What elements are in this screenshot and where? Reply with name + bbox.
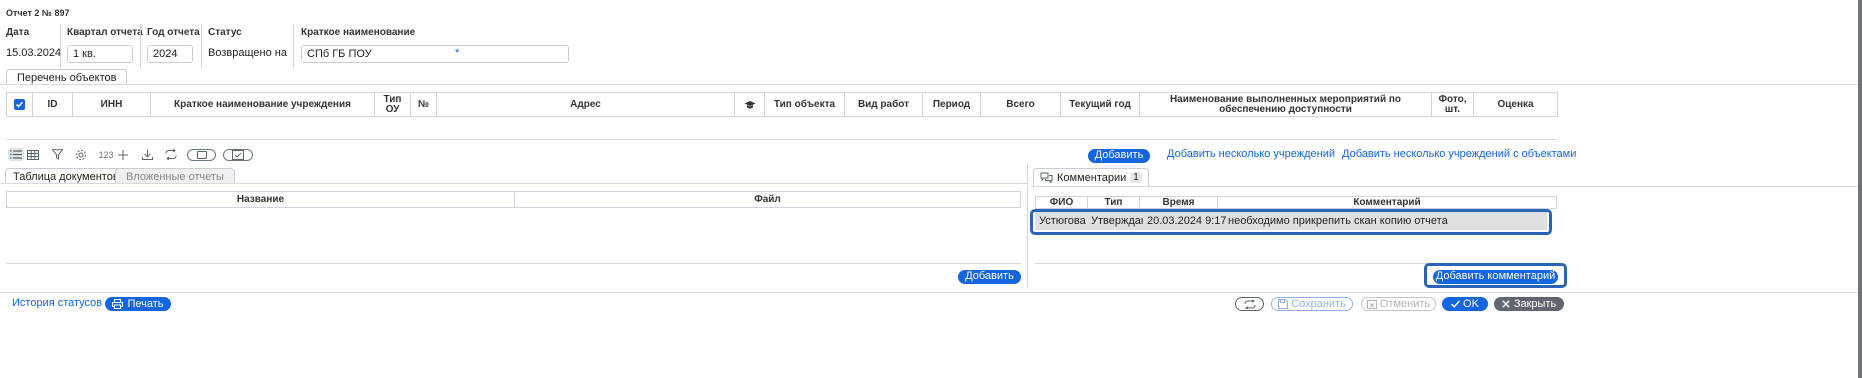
year-field[interactable]: 2024 bbox=[147, 45, 193, 63]
comments-table-header: ФИО Тип Время Комментарий bbox=[1035, 196, 1557, 209]
add-institution-button[interactable]: Добавить bbox=[1088, 149, 1150, 163]
add-document-button[interactable]: Добавить bbox=[958, 270, 1021, 284]
save-icon bbox=[1278, 299, 1289, 309]
toggle-off-icon[interactable] bbox=[187, 149, 216, 161]
col-doc-file[interactable]: Файл bbox=[515, 192, 1020, 207]
print-button[interactable]: Печать bbox=[105, 297, 171, 311]
close-button[interactable]: Закрыть bbox=[1494, 297, 1564, 311]
col-id[interactable]: ID bbox=[33, 93, 73, 116]
date-value: 15.03.2024 bbox=[6, 47, 62, 59]
window-edge bbox=[1858, 0, 1862, 378]
print-button-label: Печать bbox=[127, 297, 164, 310]
comments-tab-label: Комментарии bbox=[1057, 171, 1127, 184]
col-period[interactable]: Период bbox=[923, 93, 981, 116]
col-type[interactable]: Тип bbox=[1088, 197, 1140, 208]
col-institution-name[interactable]: Краткое наименование учреждения bbox=[151, 93, 375, 116]
col-time[interactable]: Время bbox=[1140, 197, 1218, 208]
quarter-label: Квартал отчета bbox=[67, 27, 143, 38]
refresh-button[interactable] bbox=[1235, 297, 1264, 311]
toggle-check-icon[interactable] bbox=[223, 149, 253, 161]
cancel-icon bbox=[1366, 299, 1377, 309]
close-icon bbox=[1502, 300, 1510, 308]
col-total[interactable]: Всего bbox=[981, 93, 1061, 116]
tab-documents-table[interactable]: Таблица документов bbox=[5, 168, 127, 184]
graduation-cap-icon bbox=[744, 100, 755, 108]
quarter-field[interactable]: 1 кв. bbox=[67, 45, 133, 63]
save-button[interactable]: Сохранить bbox=[1271, 297, 1353, 311]
short-name-label: Краткое наименование bbox=[301, 27, 416, 38]
field-separator bbox=[60, 24, 61, 68]
cancel-button-label: Отменить bbox=[1379, 298, 1431, 310]
comments-tab-divider bbox=[1030, 186, 1862, 187]
settings-icon[interactable] bbox=[74, 148, 88, 161]
cancel-button[interactable]: Отменить bbox=[1361, 297, 1436, 311]
tab-comments[interactable]: Комментарии 1 bbox=[1033, 168, 1149, 186]
tab-divider bbox=[0, 84, 1862, 85]
save-button-label: Сохранить bbox=[1291, 298, 1346, 310]
col-photos[interactable]: Фото, шт. bbox=[1432, 93, 1474, 116]
col-object-type[interactable]: Тип объекта bbox=[765, 93, 845, 116]
date-label: Дата bbox=[6, 27, 30, 38]
status-history-link[interactable]: История статусов bbox=[12, 297, 102, 309]
select-all-checkbox[interactable] bbox=[14, 99, 25, 110]
col-rating[interactable]: Оценка bbox=[1474, 93, 1557, 116]
col-number[interactable]: № bbox=[411, 93, 437, 116]
status-label: Статус bbox=[208, 27, 242, 38]
add-multiple-institutions-link[interactable]: Добавить несколько учреждений bbox=[1167, 148, 1335, 160]
footer-divider bbox=[0, 292, 1862, 293]
comments-icon bbox=[1040, 172, 1053, 183]
refresh-icon[interactable] bbox=[164, 148, 178, 161]
tab-objects-list[interactable]: Перечень объектов bbox=[6, 69, 128, 85]
short-name-field[interactable]: СПб ГБ ПОУ * bbox=[301, 45, 569, 63]
tab-nested-reports[interactable]: Вложенные отчеты bbox=[115, 168, 235, 184]
grid-view-icon[interactable] bbox=[26, 148, 40, 161]
list-view-icon[interactable] bbox=[8, 148, 24, 161]
refresh-icon bbox=[1244, 299, 1255, 309]
col-accessibility-measures[interactable]: Наименование выполненных мероприятий по … bbox=[1140, 93, 1432, 116]
add-multiple-institutions-with-objects-link[interactable]: Добавить несколько учреждений с объектам… bbox=[1342, 148, 1576, 160]
col-doc-name[interactable]: Название bbox=[7, 192, 515, 207]
select-all-cell bbox=[7, 93, 33, 116]
objects-table-header: ID ИНН Краткое наименование учреждения Т… bbox=[6, 92, 1558, 117]
number-format-icon[interactable]: 123 bbox=[97, 148, 115, 161]
col-address[interactable]: Адрес bbox=[437, 93, 735, 116]
close-button-label: Закрыть bbox=[1513, 297, 1557, 310]
field-separator bbox=[201, 24, 202, 68]
check-icon bbox=[1451, 300, 1461, 308]
col-comment[interactable]: Комментарий bbox=[1218, 197, 1556, 208]
short-name-value: СПб ГБ ПОУ bbox=[307, 48, 372, 60]
ok-button-label: OK bbox=[1463, 297, 1479, 310]
col-current-year[interactable]: Текущий год bbox=[1061, 93, 1140, 116]
col-ou-type[interactable]: Тип ОУ bbox=[375, 93, 411, 116]
year-label: Год отчета bbox=[147, 27, 200, 38]
add-icon[interactable] bbox=[117, 148, 129, 161]
col-fio[interactable]: ФИО bbox=[1036, 197, 1088, 208]
ok-button[interactable]: OK bbox=[1442, 297, 1488, 311]
printer-icon bbox=[112, 299, 124, 309]
docs-tab-divider bbox=[0, 183, 1027, 184]
status-value: Возвращено на д bbox=[208, 47, 288, 59]
filter-icon[interactable] bbox=[50, 148, 64, 161]
report-title: Отчет 2 № 897 bbox=[6, 8, 70, 18]
objects-table-bottom bbox=[6, 139, 1558, 140]
field-separator bbox=[293, 24, 294, 68]
comments-count-badge: 1 bbox=[1130, 172, 1142, 183]
add-comment-highlight bbox=[1424, 263, 1567, 288]
required-mark: * bbox=[455, 47, 460, 59]
col-inn[interactable]: ИНН bbox=[73, 93, 151, 116]
col-work-type[interactable]: Вид работ bbox=[845, 93, 923, 116]
documents-table-header: Название Файл bbox=[6, 191, 1021, 208]
download-icon[interactable] bbox=[140, 148, 154, 161]
col-education-icon[interactable] bbox=[735, 93, 765, 116]
field-separator bbox=[140, 24, 141, 68]
comment-row-highlight bbox=[1030, 209, 1552, 235]
panel-splitter[interactable] bbox=[1027, 163, 1028, 287]
docs-table-bottom bbox=[6, 263, 1021, 264]
